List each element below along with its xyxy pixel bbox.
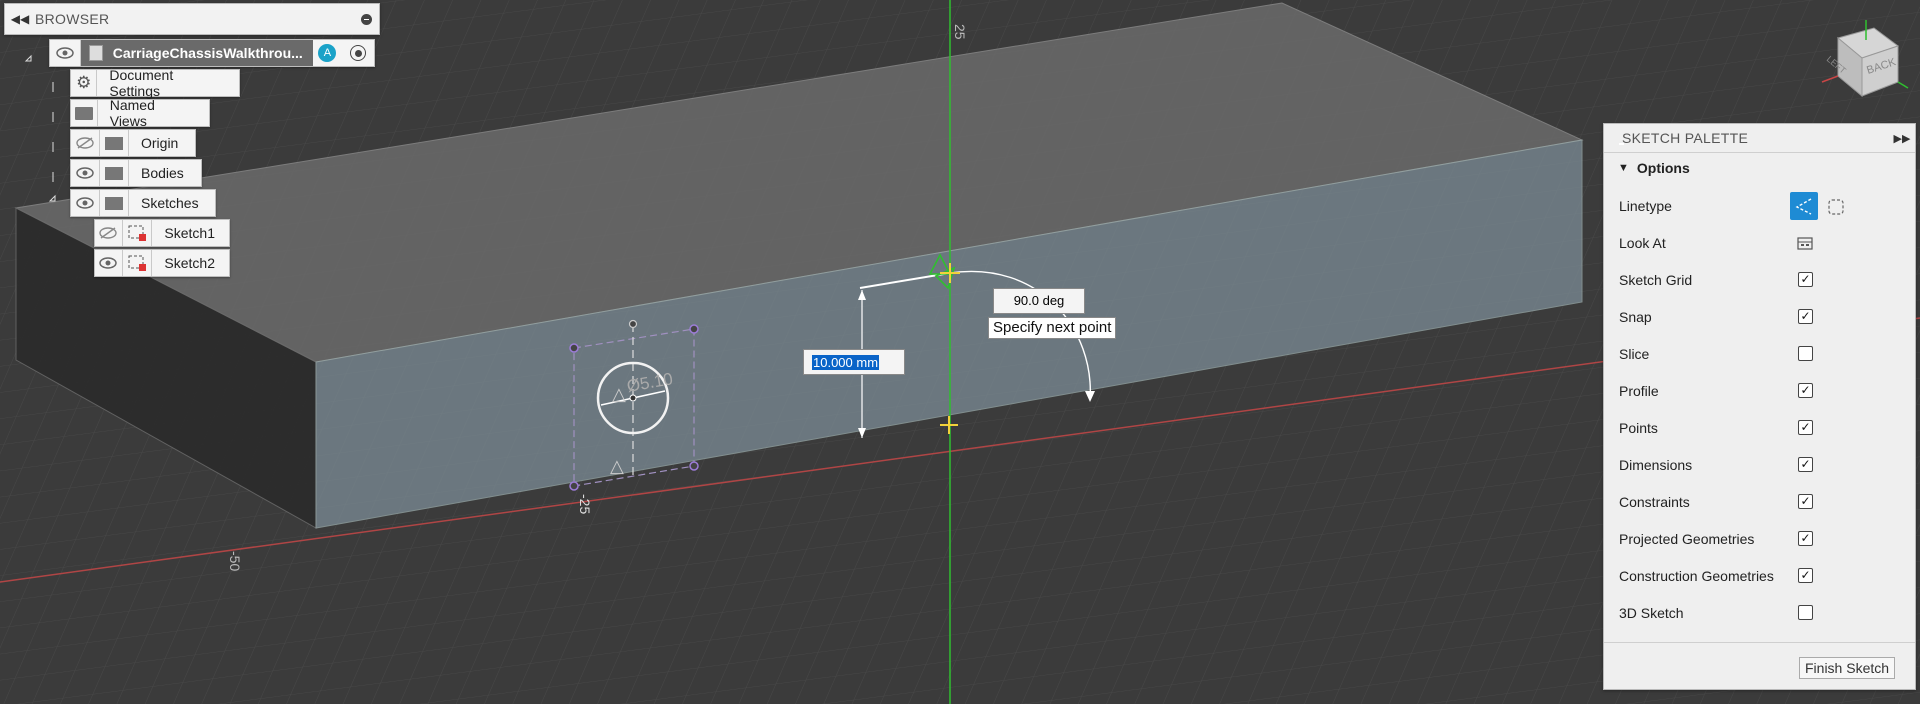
palette-row-constraints: Constraints ✓ [1604, 483, 1915, 520]
browser-item-document-settings[interactable]: ⚙ Document Settings [70, 67, 240, 99]
palette-row-dimensions: Dimensions ✓ [1604, 446, 1915, 483]
browser-item-origin[interactable]: Origin [70, 129, 196, 157]
sketch-palette-header: SKETCH PALETTE ▶▶ [1604, 124, 1915, 153]
palette-row-3d-sketch: 3D Sketch [1604, 594, 1915, 631]
expand-palette-icon[interactable]: ▶▶ [1889, 132, 1915, 145]
sketch-lock-icon [123, 250, 153, 276]
palette-row-label: Points [1619, 419, 1658, 436]
finish-sketch-button[interactable]: Finish Sketch [1799, 657, 1896, 679]
palette-row-sketch-grid: Sketch Grid ✓ [1604, 261, 1915, 298]
palette-row-linetype: Linetype [1604, 187, 1915, 224]
version-badge-icon[interactable]: A [313, 40, 343, 66]
palette-row-label: Projected Geometries [1619, 530, 1755, 547]
sketch-grid-checkbox[interactable]: ✓ [1798, 272, 1813, 287]
options-section-label: Options [1636, 160, 1690, 176]
browser-header: ◀◀ BROWSER [4, 3, 380, 35]
angle-input[interactable]: 90.0 deg [993, 288, 1085, 314]
sketch-palette: SKETCH PALETTE ▶▶ ▼ Options Linetype Loo… [1603, 123, 1916, 690]
snap-checkbox[interactable]: ✓ [1798, 309, 1813, 324]
sketch-palette-title: SKETCH PALETTE [1622, 130, 1749, 146]
palette-row-label: Construction Geometries [1619, 567, 1774, 584]
browser-item-label: Document Settings [109, 67, 174, 99]
expander-root [24, 54, 32, 62]
axis-label-left: -50 [227, 551, 243, 571]
browser-item-label: Sketches [141, 195, 199, 211]
points-checkbox[interactable]: ✓ [1798, 420, 1813, 435]
palette-divider [1604, 642, 1915, 643]
axis-label-sketch: -25 [577, 494, 593, 514]
browser-item-label: Bodies [141, 165, 184, 181]
svg-text:△: △ [612, 384, 626, 405]
eye-hidden-icon[interactable] [95, 220, 123, 246]
triangle-down-icon: ▼ [1618, 162, 1629, 174]
palette-row-slice: Slice [1604, 335, 1915, 372]
document-icon [88, 45, 103, 61]
browser-item-label: Sketch1 [164, 225, 215, 241]
folder-icon [100, 160, 129, 186]
axis-label-top: 25 [952, 24, 968, 40]
folder-icon [100, 190, 129, 216]
browser-item-named-views[interactable]: Named Views [70, 97, 210, 129]
svg-text:△: △ [610, 456, 624, 477]
browser-item-label: Named Views [109, 97, 155, 129]
browser-item-label: Sketch2 [164, 255, 215, 271]
eye-icon[interactable] [50, 40, 81, 66]
palette-row-label: Linetype [1619, 197, 1672, 214]
palette-row-label: Sketch Grid [1619, 271, 1693, 288]
browser-title: BROWSER [35, 11, 110, 27]
sketch-lock-icon [123, 220, 153, 246]
look-at-icon[interactable] [1796, 234, 1814, 255]
eye-icon[interactable] [71, 160, 100, 186]
browser-item-sketch1[interactable]: Sketch1 [94, 219, 230, 247]
palette-row-label: Snap [1619, 308, 1652, 325]
3d-sketch-checkbox[interactable] [1798, 605, 1813, 620]
folder-icon [100, 130, 129, 156]
browser-root-node[interactable]: CarriageChassisWalkthrou... A [49, 39, 375, 67]
dimensions-checkbox[interactable]: ✓ [1798, 457, 1813, 472]
palette-row-label: Dimensions [1619, 456, 1693, 473]
browser-root-label: CarriageChassisWalkthrou... [80, 40, 313, 66]
length-input-value: 10.000 mm [812, 354, 880, 370]
eye-hidden-icon[interactable] [71, 130, 100, 156]
browser-item-sketches[interactable]: Sketches [70, 189, 216, 217]
construction-line-button[interactable] [1790, 192, 1818, 220]
browser-item-bodies[interactable]: Bodies [70, 159, 202, 187]
constraints-checkbox[interactable]: ✓ [1798, 494, 1813, 509]
browser-item-sketch2[interactable]: Sketch2 [94, 249, 230, 277]
collapse-browser-icon[interactable]: ◀◀ [5, 12, 35, 26]
browser-item-label: Origin [141, 135, 179, 151]
palette-row-points: Points ✓ [1604, 409, 1915, 446]
projected-geometries-checkbox[interactable]: ✓ [1798, 531, 1813, 546]
centerline-button[interactable] [1826, 197, 1846, 217]
palette-row-construction-geometries: Construction Geometries ✓ [1604, 557, 1915, 594]
palette-row-label: 3D Sketch [1619, 604, 1684, 621]
profile-checkbox[interactable]: ✓ [1798, 383, 1813, 398]
tooltip-specify-point: Specify next point [988, 317, 1117, 339]
gear-icon: ⚙ [71, 70, 98, 96]
slice-checkbox[interactable] [1798, 346, 1813, 361]
activate-radio-icon[interactable] [342, 40, 374, 66]
palette-row-snap: Snap ✓ [1604, 298, 1915, 335]
palette-row-label: Constraints [1619, 493, 1690, 510]
palette-row-projected-geometries: Projected Geometries ✓ [1604, 520, 1915, 557]
palette-row-look-at: Look At [1604, 224, 1915, 261]
palette-row-label: Slice [1619, 345, 1650, 362]
options-section-header[interactable]: ▼ Options [1604, 153, 1915, 183]
minus-circle-icon [360, 13, 372, 25]
tree-expanders [24, 54, 56, 202]
length-input[interactable]: 10.000 mm [803, 349, 905, 375]
palette-row-label: Look At [1619, 234, 1666, 251]
palette-row-label: Profile [1619, 382, 1659, 399]
eye-icon[interactable] [95, 250, 123, 276]
construction-geometries-checkbox[interactable]: ✓ [1798, 568, 1813, 583]
folder-icon [71, 100, 98, 126]
browser-root-name: CarriageChassisWalkthrou... [112, 45, 303, 61]
browser-minimize-button[interactable] [353, 13, 379, 25]
eye-icon[interactable] [71, 190, 100, 216]
palette-row-profile: Profile ✓ [1604, 372, 1915, 409]
